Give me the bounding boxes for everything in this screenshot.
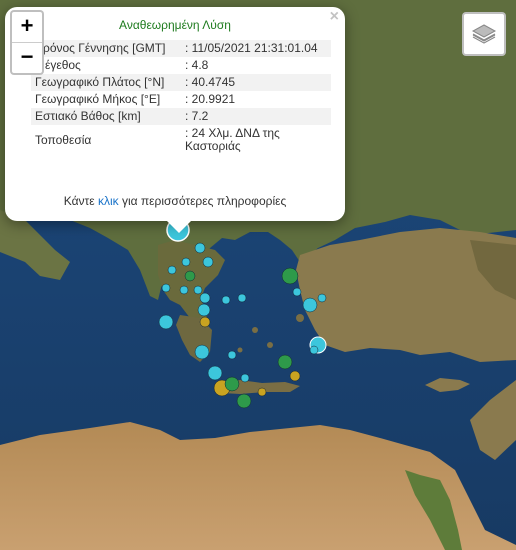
row-value: : 40.4745	[181, 74, 331, 91]
quake-marker[interactable]	[302, 297, 318, 313]
row-label: Τοποθεσία	[35, 132, 92, 147]
quake-marker[interactable]	[161, 283, 171, 293]
table-row: Γεωγραφικό Μήκος [°E] : 20.9921	[31, 91, 331, 108]
quake-marker[interactable]	[281, 267, 299, 285]
zoom-in-button[interactable]: +	[12, 12, 42, 43]
quake-marker[interactable]	[158, 314, 174, 330]
quake-marker[interactable]	[199, 316, 211, 328]
row-label: Γεωγραφικό Πλάτος [°N]	[31, 74, 181, 91]
earthquake-popup: × Αναθεωρημένη Λύση Χρόνος Γέννησης [GMT…	[5, 7, 345, 221]
quake-marker[interactable]	[237, 293, 247, 303]
row-value: : 4.8	[185, 58, 209, 72]
quake-marker[interactable]	[309, 345, 319, 355]
quake-marker[interactable]	[184, 270, 196, 282]
more-suffix: για περισσότερες πληροφορίες	[121, 194, 287, 208]
layers-button[interactable]	[462, 12, 506, 56]
more-prefix: Κάντε	[63, 194, 95, 208]
more-info-line: Κάντε κλικ για περισσότερες πληροφορίες	[5, 194, 345, 208]
quake-marker[interactable]	[277, 354, 293, 370]
zoom-out-button[interactable]: −	[12, 43, 42, 73]
table-row: Εστιακό Βάθος [km] : 7.2	[31, 108, 331, 125]
row-value: : 20.9921	[185, 92, 236, 106]
quake-marker[interactable]	[236, 393, 252, 409]
quake-marker[interactable]	[227, 350, 237, 360]
island	[252, 327, 258, 333]
table-row: Γεωγραφικό Πλάτος [°N] : 40.4745	[31, 74, 331, 91]
row-value: : 11/05/2021 21:31:01.04	[181, 40, 331, 57]
row-value: : 7.2	[181, 108, 331, 125]
info-table: Χρόνος Γέννησης [GMT] : 11/05/2021 21:31…	[31, 40, 331, 155]
island	[267, 342, 273, 348]
island	[296, 314, 304, 322]
quake-marker[interactable]	[202, 256, 214, 268]
row-label: Γεωγραφικό Μήκος [°E]	[35, 92, 161, 106]
quake-marker[interactable]	[194, 242, 206, 254]
row-label: Μέγεθος	[35, 58, 81, 72]
quake-marker[interactable]	[224, 376, 240, 392]
quake-marker[interactable]	[207, 365, 223, 381]
quake-marker[interactable]	[240, 373, 250, 383]
row-value: : 24 Χλμ. ΔΝΔ της Καστοριάς	[185, 126, 280, 153]
island	[237, 347, 243, 353]
quake-marker[interactable]	[194, 344, 210, 360]
quake-marker[interactable]	[197, 303, 211, 317]
quake-marker[interactable]	[317, 293, 327, 303]
zoom-control: + −	[10, 10, 44, 75]
quake-marker[interactable]	[179, 285, 189, 295]
quake-marker[interactable]	[167, 265, 177, 275]
table-row: Χρόνος Γέννησης [GMT] : 11/05/2021 21:31…	[31, 40, 331, 57]
more-info-link[interactable]: κλικ	[98, 194, 119, 208]
quake-marker[interactable]	[193, 285, 203, 295]
table-row: Μέγεθος : 4.8	[31, 57, 331, 74]
quake-marker[interactable]	[289, 370, 301, 382]
popup-title: Αναθεωρημένη Λύση	[119, 18, 231, 32]
quake-marker[interactable]	[221, 295, 231, 305]
popup-tip	[167, 221, 191, 233]
layers-icon	[471, 24, 497, 44]
row-label: Χρόνος Γέννησης [GMT]	[31, 40, 181, 57]
quake-marker[interactable]	[199, 292, 211, 304]
row-label: Εστιακό Βάθος [km]	[31, 108, 181, 125]
quake-marker[interactable]	[181, 257, 191, 267]
table-row: Τοποθεσία : 24 Χλμ. ΔΝΔ της Καστοριάς	[31, 125, 331, 155]
quake-marker[interactable]	[257, 387, 267, 397]
quake-marker[interactable]	[292, 287, 302, 297]
